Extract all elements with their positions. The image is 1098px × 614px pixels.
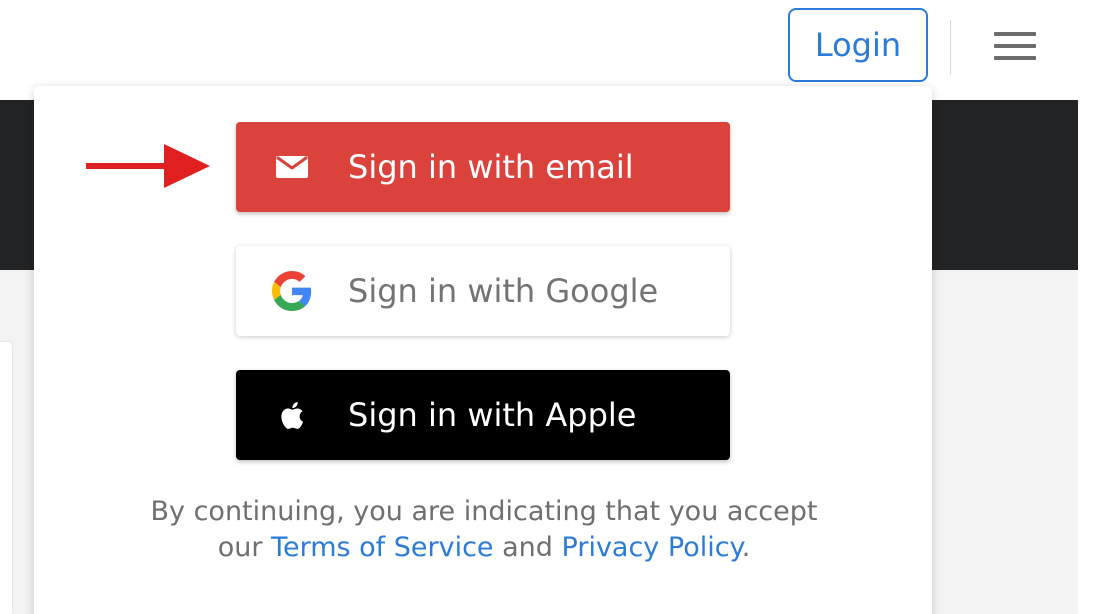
- legal-period: .: [741, 532, 751, 563]
- top-header: Login: [0, 0, 1098, 100]
- legal-line-1: By continuing, you are indicating that y…: [150, 496, 818, 527]
- apple-logo-icon: [281, 402, 304, 429]
- sign-in-apple-label: Sign in with Apple: [348, 396, 637, 434]
- menu-bar: [994, 32, 1036, 36]
- login-button[interactable]: Login: [788, 8, 928, 82]
- page: Login Sign in with email Sign in with Go…: [0, 0, 1098, 614]
- envelope-icon: [276, 156, 308, 178]
- sign-in-email-label: Sign in with email: [348, 148, 634, 186]
- red-arrow-icon: [86, 144, 210, 188]
- sign-in-email-button[interactable]: Sign in with email: [236, 122, 730, 212]
- menu-bar: [994, 56, 1036, 60]
- header-divider: [950, 20, 951, 74]
- privacy-policy-link[interactable]: Privacy Policy: [562, 532, 742, 563]
- page-edge: [1078, 100, 1098, 614]
- menu-bar: [994, 44, 1036, 48]
- terms-of-service-link[interactable]: Terms of Service: [271, 532, 494, 563]
- content-card: [0, 342, 12, 614]
- google-logo-icon: [272, 271, 312, 311]
- legal-line-2: our Terms of Service and Privacy Policy.: [94, 530, 874, 566]
- legal-our: our: [217, 532, 263, 563]
- hamburger-menu-icon[interactable]: [994, 32, 1036, 62]
- legal-notice: By continuing, you are indicating that y…: [94, 494, 874, 566]
- sign-in-google-button[interactable]: Sign in with Google: [236, 246, 730, 336]
- sign-in-apple-button[interactable]: Sign in with Apple: [236, 370, 730, 460]
- sign-in-google-label: Sign in with Google: [348, 272, 659, 310]
- legal-and: and: [502, 532, 553, 563]
